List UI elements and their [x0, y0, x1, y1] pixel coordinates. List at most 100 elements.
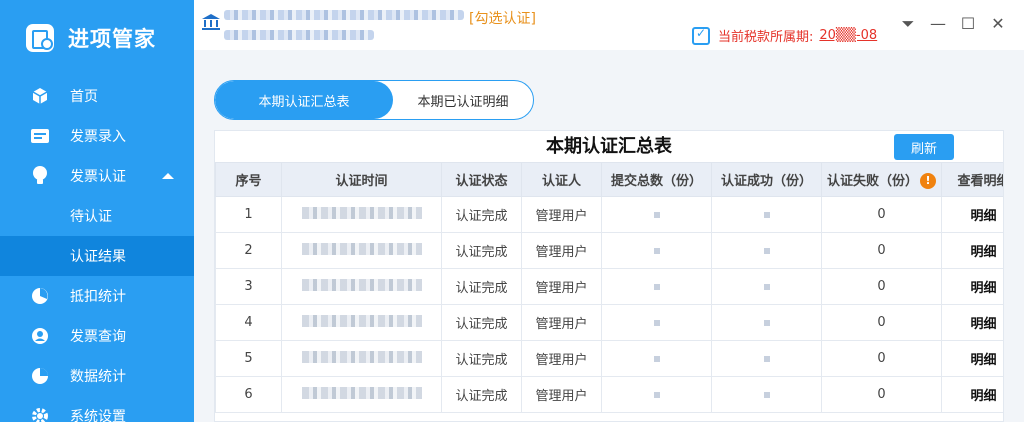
row-no: 6	[215, 376, 282, 413]
row-status: 认证完成	[441, 304, 522, 341]
header: [勾选认证] 当前税款所属期: 20▒▒-08 ⏷ — ☐ ✕	[194, 0, 1024, 50]
row-success-redacted	[711, 376, 822, 413]
row-no: 4	[215, 304, 282, 341]
row-cert-time-redacted	[281, 304, 442, 341]
app-window: 进项管家 首页 发票录入 发票认证 待认证 认证结果 抵扣统计 发票查询 数据统…	[0, 0, 1024, 422]
company-name-redacted	[224, 10, 464, 20]
page-title: 本期认证汇总表	[546, 136, 672, 157]
col-user: 认证人	[521, 162, 602, 197]
sidebar-item-label: 发票认证	[70, 169, 126, 185]
col-failed: 认证失败（份）!	[821, 162, 942, 197]
row-submitted-redacted	[601, 232, 712, 269]
sidebar-item-pending-cert[interactable]: 待认证	[0, 196, 194, 236]
row-submitted-redacted	[601, 376, 712, 413]
row-detail-link[interactable]: 明细	[941, 340, 1003, 377]
row-detail-link[interactable]: 明细	[941, 196, 1003, 233]
sidebar-item-label: 认证结果	[70, 249, 126, 265]
sidebar: 进项管家 首页 发票录入 发票认证 待认证 认证结果 抵扣统计 发票查询 数据统…	[0, 0, 194, 422]
chevron-up-icon	[162, 173, 174, 179]
row-user: 管理用户	[521, 268, 602, 305]
sidebar-item-label: 发票查询	[70, 329, 126, 345]
row-submitted-redacted	[601, 268, 712, 305]
redacted-value	[301, 350, 422, 363]
row-success-redacted	[711, 196, 822, 233]
col-detail: 查看明细	[941, 162, 1003, 197]
row-user: 管理用户	[521, 376, 602, 413]
row-no: 2	[215, 232, 282, 269]
row-detail-link[interactable]: 明细	[941, 376, 1003, 413]
table-row: 4 认证完成 管理用户 0 明细	[215, 304, 1003, 341]
row-detail-link[interactable]: 明细	[941, 304, 1003, 341]
row-status: 认证完成	[441, 340, 522, 377]
row-submitted-redacted	[601, 304, 712, 341]
pie-chart-icon	[30, 286, 50, 306]
refresh-button[interactable]: 刷新	[894, 134, 954, 160]
tax-period: 当前税款所属期: 20▒▒-08	[692, 26, 877, 45]
sidebar-item-label: 抵扣统计	[70, 289, 126, 305]
tab-detail[interactable]: 本期已认证明细	[393, 81, 533, 119]
redacted-value	[763, 248, 770, 254]
row-failed: 0	[821, 196, 942, 233]
sidebar-item-settings[interactable]: 系统设置	[0, 396, 194, 422]
redacted-value	[763, 356, 770, 362]
sidebar-item-label: 待认证	[70, 209, 112, 225]
user-icon	[30, 326, 50, 346]
row-user: 管理用户	[521, 196, 602, 233]
select-cert-link[interactable]: [勾选认证]	[469, 8, 536, 28]
row-status: 认证完成	[441, 376, 522, 413]
redacted-value	[301, 278, 422, 291]
row-user: 管理用户	[521, 304, 602, 341]
row-success-redacted	[711, 304, 822, 341]
tab-group: 本期认证汇总表 本期已认证明细	[214, 80, 534, 120]
window-controls: ⏷ — ☐ ✕	[900, 14, 1006, 34]
table-row: 6 认证完成 管理用户 0 明细	[215, 376, 1003, 413]
redacted-value	[301, 386, 422, 399]
sidebar-item-invoice-query[interactable]: 发票查询	[0, 316, 194, 356]
maximize-icon[interactable]: ☐	[960, 14, 976, 34]
row-status: 认证完成	[441, 268, 522, 305]
row-detail-link[interactable]: 明细	[941, 232, 1003, 269]
row-user: 管理用户	[521, 340, 602, 377]
sidebar-item-home[interactable]: 首页	[0, 76, 194, 116]
sidebar-item-deduction-stats[interactable]: 抵扣统计	[0, 276, 194, 316]
keyboard-icon	[30, 126, 50, 146]
sidebar-item-invoice-cert[interactable]: 发票认证	[0, 156, 194, 196]
redacted-value	[301, 206, 422, 219]
sidebar-item-cert-result[interactable]: 认证结果	[0, 236, 194, 276]
summary-panel: 本期认证汇总表 刷新 序号 认证时间 认证状态 认证人 提交总数（份） 认证成功…	[214, 130, 1004, 422]
row-failed: 0	[821, 376, 942, 413]
redacted-value	[653, 392, 660, 398]
period-value[interactable]: 20▒▒-08	[819, 28, 877, 43]
col-success: 认证成功（份）	[711, 162, 822, 197]
sidebar-item-label: 数据统计	[70, 369, 126, 385]
row-cert-time-redacted	[281, 376, 442, 413]
summary-table: 序号 认证时间 认证状态 认证人 提交总数（份） 认证成功（份） 认证失败（份）…	[215, 162, 1003, 413]
calendar-check-icon	[692, 26, 710, 45]
row-success-redacted	[711, 340, 822, 377]
row-cert-time-redacted	[281, 196, 442, 233]
invoice-logo-icon	[26, 24, 54, 52]
close-icon[interactable]: ✕	[990, 14, 1006, 34]
sidebar-item-data-stats[interactable]: 数据统计	[0, 356, 194, 396]
row-submitted-redacted	[601, 340, 712, 377]
bank-icon	[202, 14, 220, 34]
col-failed-label: 认证失败（份）	[826, 173, 918, 189]
row-no: 3	[215, 268, 282, 305]
redacted-value	[653, 284, 660, 290]
row-status: 认证完成	[441, 232, 522, 269]
sidebar-item-invoice-entry[interactable]: 发票录入	[0, 116, 194, 156]
tab-summary[interactable]: 本期认证汇总表	[215, 81, 393, 119]
row-cert-time-redacted	[281, 268, 442, 305]
row-failed: 0	[821, 340, 942, 377]
minimize-icon[interactable]: —	[930, 14, 946, 34]
warning-icon[interactable]: !	[920, 173, 936, 190]
row-success-redacted	[711, 268, 822, 305]
redacted-value	[653, 356, 660, 362]
cube-icon	[30, 86, 50, 106]
app-name: 进项管家	[68, 27, 156, 51]
dropdown-menu-icon[interactable]: ⏷	[900, 14, 916, 34]
row-detail-link[interactable]: 明细	[941, 268, 1003, 305]
redacted-value	[763, 392, 770, 398]
tax-id-redacted	[224, 30, 374, 40]
redacted-value	[301, 242, 422, 255]
